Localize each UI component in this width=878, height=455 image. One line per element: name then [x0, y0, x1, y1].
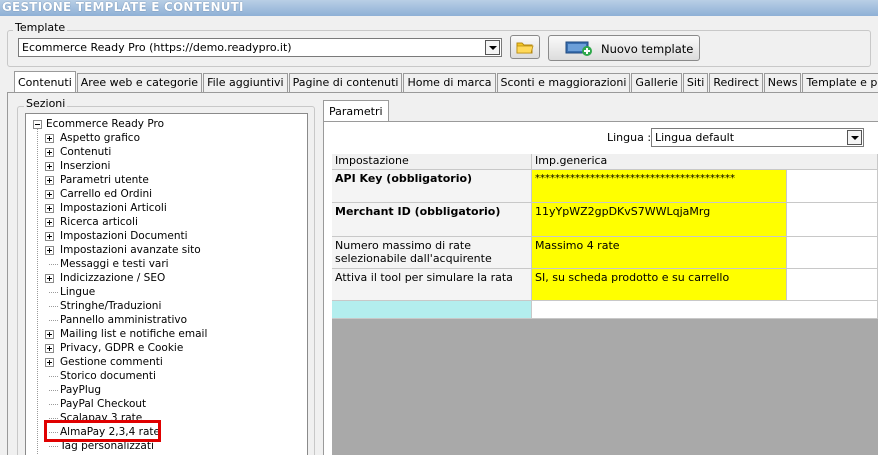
tab-home-marca[interactable]: Home di marca [403, 73, 496, 92]
tree-item-label: Inserzioni [60, 160, 111, 172]
expand-icon[interactable] [45, 176, 54, 185]
empty-cell [787, 269, 878, 301]
tree-item-label: Indicizzazione / SEO [60, 272, 166, 284]
tab-parametri[interactable]: Parametri [323, 100, 389, 121]
tab-sconti[interactable]: Sconti e maggiorazioni [496, 73, 631, 92]
tree-item-label: Gestione commenti [60, 356, 163, 368]
tree-item-label: Lingue [60, 286, 96, 298]
tree-item-label: PayPlug [60, 384, 102, 396]
tree-item-label: Messaggi e testi vari [60, 258, 169, 270]
tree-item-label: Mailing list e notifiche email [60, 328, 208, 340]
open-folder-button[interactable] [510, 35, 540, 59]
tree-connector [49, 418, 58, 419]
tree-item-label: Parametri utente [60, 174, 149, 186]
setting-cell: Merchant ID (obbligatorio) [332, 203, 532, 237]
expand-icon[interactable] [45, 232, 54, 241]
tree-connector [49, 306, 58, 307]
value-cell[interactable]: SI, su scheda prodotto e su carrello [532, 269, 787, 301]
value-cell[interactable]: Massimo 4 rate [532, 237, 787, 269]
tab-file-aggiuntivi[interactable]: File aggiuntivi [203, 73, 288, 92]
tree-connector [49, 376, 58, 377]
empty-cell [787, 237, 878, 269]
tree-item-label: Storico documenti [60, 370, 156, 382]
value-cell[interactable]: 11yYpWZ2gpDKvS7WWLqjaMrg [532, 203, 787, 237]
expand-icon[interactable] [45, 148, 54, 157]
sections-tree[interactable]: Ecommerce Ready Pro Aspetto grafico Conte… [25, 113, 308, 455]
chevron-down-icon[interactable] [485, 40, 500, 55]
tree-connector [49, 404, 58, 405]
expand-icon[interactable] [45, 162, 54, 171]
empty-cell [787, 170, 878, 203]
tree-item-label: Privacy, GDPR e Cookie [60, 342, 184, 354]
tab-redirect[interactable]: Redirect [709, 73, 763, 92]
window-title: GESTIONE TEMPLATE E CONTENUTI [0, 0, 878, 16]
value-cell[interactable]: **************************************** [532, 170, 787, 203]
setting-cell: API Key (obbligatorio) [332, 170, 532, 203]
tree-connector [49, 320, 58, 321]
expand-icon[interactable] [45, 330, 54, 339]
tab-template-plugins[interactable]: Template e plugins [802, 73, 878, 92]
tab-aree-web[interactable]: Aree web e categorie [76, 73, 203, 92]
param-tabs: Parametri [323, 100, 390, 122]
expand-icon[interactable] [45, 344, 54, 353]
tree-item-label: Ricerca articoli [60, 216, 138, 228]
expand-icon[interactable] [45, 134, 54, 143]
tab-contenuti[interactable]: Contenuti [14, 71, 76, 92]
language-select[interactable]: Lingua default [651, 128, 864, 147]
expand-icon[interactable] [45, 190, 54, 199]
tab-news[interactable]: News [763, 73, 802, 92]
tree-item-label: Impostazioni Documenti [60, 230, 188, 242]
column-header-value[interactable]: Imp.generica [532, 154, 878, 170]
tree-connector [49, 264, 58, 265]
sections-group-label: Sezioni [24, 97, 68, 110]
tab-pagine-contenuti[interactable]: Pagine di contenuti [288, 73, 403, 92]
tree-item-label: Impostazioni avanzate sito [60, 244, 201, 256]
new-row-setting-cell[interactable] [332, 301, 532, 319]
tree-item-label: Pannello amministrativo [60, 314, 188, 326]
expand-icon[interactable] [45, 358, 54, 367]
tree-connector [49, 446, 58, 447]
expand-icon[interactable] [45, 246, 54, 255]
setting-cell: Attiva il tool per simulare la rata [332, 269, 532, 301]
params-grid: Impostazione Imp.generica API Key (obbli… [332, 154, 878, 455]
language-select-value: Lingua default [655, 131, 735, 144]
new-template-icon [565, 41, 592, 56]
selected-item-highlight [44, 420, 161, 442]
setting-cell: Numero massimo di rate selezionabile dal… [332, 237, 532, 269]
tree-item-label: Impostazioni Articoli [60, 202, 167, 214]
column-header-setting[interactable]: Impostazione [332, 154, 532, 170]
chevron-down-icon[interactable] [847, 130, 862, 145]
empty-cell [787, 203, 878, 237]
expand-icon[interactable] [45, 274, 54, 283]
tree-item-label: Contenuti [60, 146, 112, 158]
tree-root-label: Ecommerce Ready Pro [46, 118, 164, 130]
language-label: Lingua : [607, 131, 652, 144]
collapse-icon[interactable] [33, 120, 42, 129]
tree-connector [49, 390, 58, 391]
tree-item-label: Aspetto grafico [60, 132, 141, 144]
tree-item-label: PayPal Checkout [60, 398, 147, 410]
expand-icon[interactable] [45, 204, 54, 213]
main-tabs: Contenuti Aree web e categorie File aggi… [14, 71, 878, 93]
template-group-label: Template [13, 21, 68, 34]
new-row-value-cell[interactable] [532, 301, 878, 319]
expand-icon[interactable] [45, 218, 54, 227]
template-select-value: Ecommerce Ready Pro (https://demo.readyp… [22, 41, 292, 54]
template-select[interactable]: Ecommerce Ready Pro (https://demo.readyp… [18, 38, 502, 57]
new-template-label: Nuovo template [601, 42, 694, 56]
new-template-button[interactable]: Nuovo template [548, 35, 700, 61]
folder-icon [516, 42, 534, 54]
tree-connector [49, 292, 58, 293]
tree-item-label: Stringhe/Traduzioni [60, 300, 162, 312]
tab-siti[interactable]: Siti [682, 73, 709, 92]
tab-gallerie[interactable]: Gallerie [631, 73, 682, 92]
tree-item-label: Carrello ed Ordini [60, 188, 153, 200]
